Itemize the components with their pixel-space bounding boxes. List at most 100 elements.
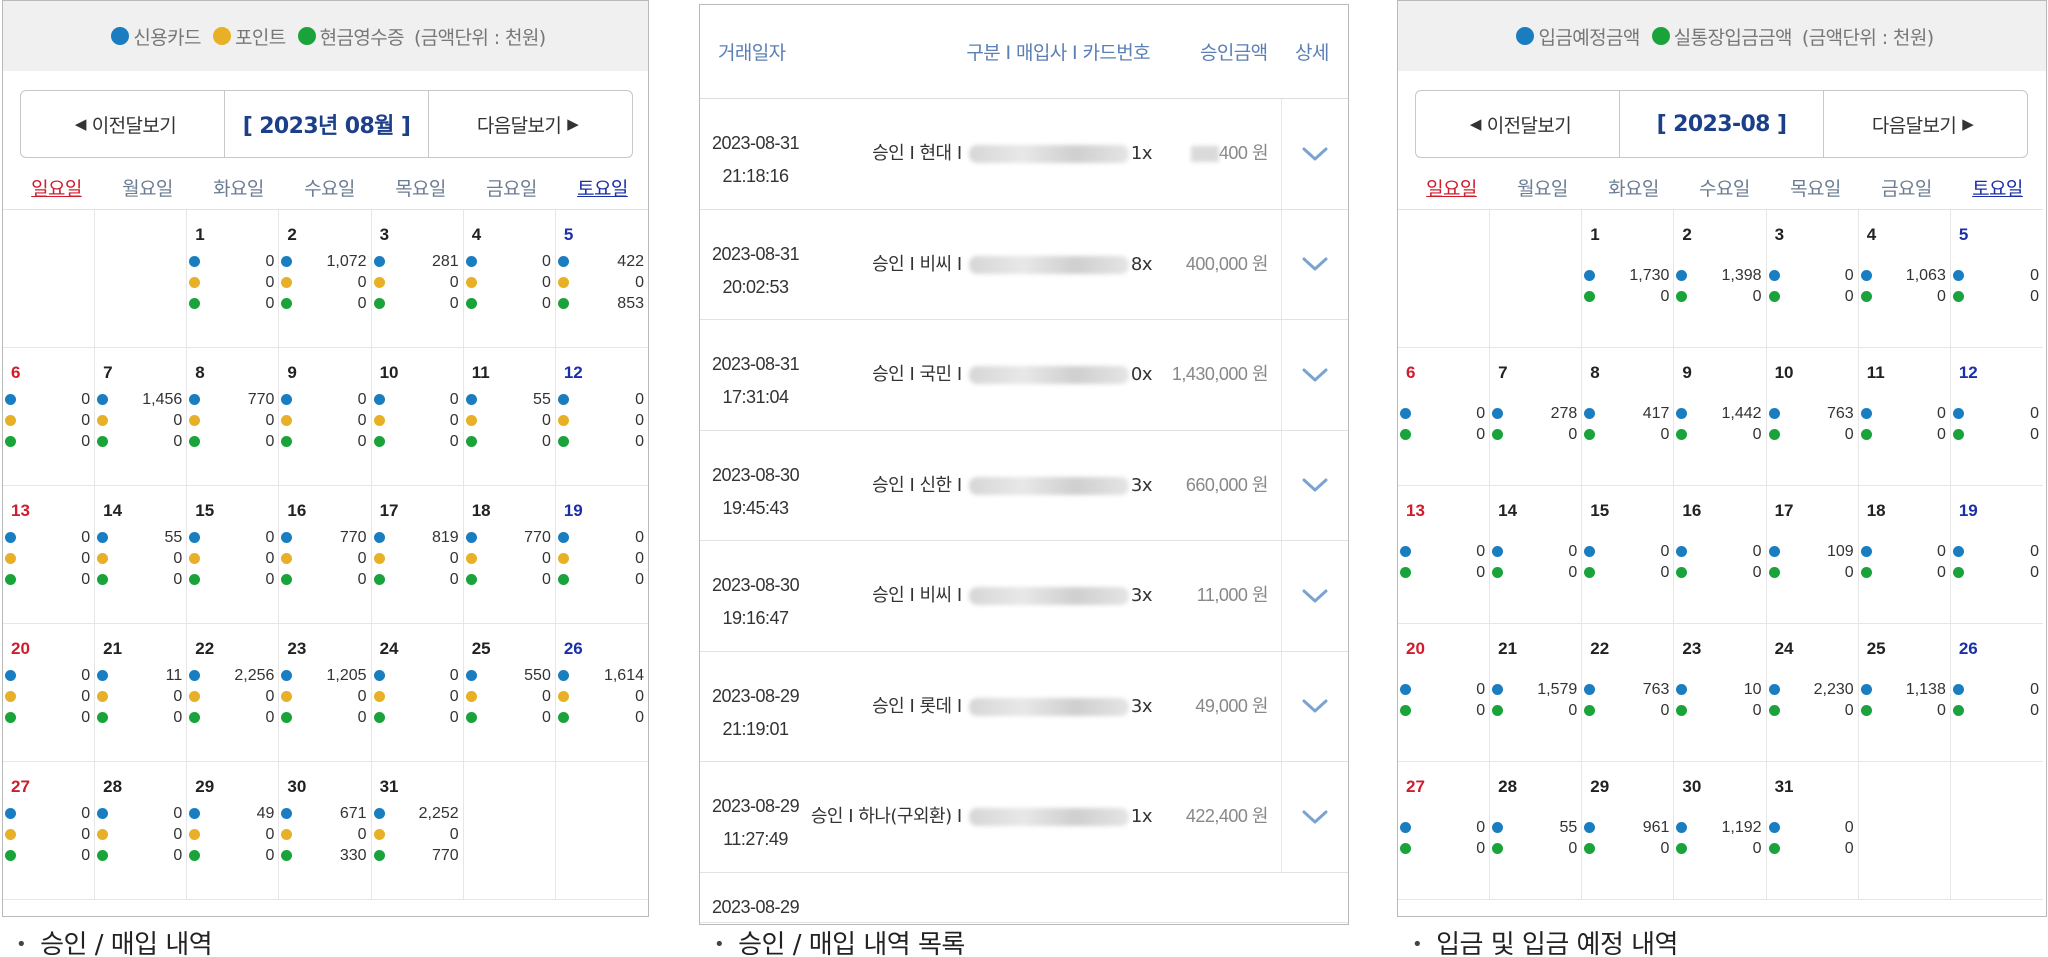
amount-row: 0 xyxy=(1952,403,2039,424)
calendar-day-cell[interactable]: 12 0 0 xyxy=(1950,348,2043,486)
expand-detail-button[interactable] xyxy=(1281,651,1348,761)
calendar-day-cell[interactable]: 18 770 0 0 xyxy=(463,486,556,624)
calendar-day-cell[interactable]: 7 278 0 xyxy=(1490,348,1583,486)
calendar-day-cell[interactable]: 17 109 0 xyxy=(1766,486,1859,624)
calendar-day-cell[interactable]: 19 0 0 0 xyxy=(555,486,648,624)
expand-detail-button[interactable] xyxy=(1281,99,1348,209)
calendar-day-cell[interactable]: 27 0 0 xyxy=(1398,762,1491,900)
calendar-day-cell[interactable]: 23 10 0 xyxy=(1674,624,1767,762)
transaction-row[interactable]: 2023-08-30 19:45:43 승인 I 신한 I 3x 660,000 원 xyxy=(700,430,1348,541)
calendar-day-cell[interactable]: 13 0 0 xyxy=(1398,486,1491,624)
amount-row: 1,205 xyxy=(281,665,367,686)
transaction-row[interactable]: 2023-08-29 21:19:01 승인 I 롯데 I 3x 49,000 원 xyxy=(700,651,1348,762)
dot-icon xyxy=(5,415,16,426)
calendar-day-cell[interactable]: 10 0 0 0 xyxy=(371,348,464,486)
calendar-day-cell[interactable]: 17 819 0 0 xyxy=(371,486,464,624)
amount-row: 0 xyxy=(557,569,644,590)
calendar-day-cell[interactable]: 28 55 0 xyxy=(1490,762,1583,900)
calendar-day-cell[interactable]: 26 1,614 0 0 xyxy=(555,624,648,762)
calendar-day-cell[interactable]: 20 0 0 0 xyxy=(3,624,96,762)
transaction-row[interactable]: 2023-08-31 17:31:04 승인 I 국민 I 0x 1,430,000 … xyxy=(700,320,1348,431)
calendar-day-cell[interactable]: 29 961 0 xyxy=(1582,762,1675,900)
calendar-day-cell[interactable]: 14 0 0 xyxy=(1490,486,1583,624)
calendar-day-cell[interactable]: 600 xyxy=(1398,348,1491,486)
calendar-day-cell[interactable]: 30 671 0 330 xyxy=(279,762,372,900)
calendar-day-cell[interactable]: 6 0 0 0 xyxy=(3,348,96,486)
calendar-day-cell[interactable]: 24 0 0 0 xyxy=(371,624,464,762)
transaction-row[interactable]: 2023-08-31 21:18:16 승인 I 현대 I 1x 400 원 xyxy=(700,99,1348,210)
calendar-day-cell[interactable]: 12 0 0 0 xyxy=(555,348,648,486)
calendar-day-cell[interactable]: 19 0 0 xyxy=(1950,486,2043,624)
calendar-day-cell[interactable]: 3 281 0 0 xyxy=(371,210,464,348)
transaction-row[interactable]: 2023-08-29 11:27:49 승인 I 하나(구외환) I 1x 422,4… xyxy=(700,762,1348,873)
calendar-day-cell[interactable]: 15 0 0 xyxy=(1582,486,1675,624)
weekday-label: 목요일 xyxy=(1790,178,1841,200)
transaction-row[interactable]: 2023-08-29 xyxy=(700,873,1348,923)
day-amounts: 1,579 0 xyxy=(1492,679,1577,721)
calendar-day-cell[interactable]: 5 422 0 853 xyxy=(555,210,648,348)
calendar-day-cell[interactable]: 14 55 0 0 xyxy=(95,486,188,624)
day-amounts: 819 0 0 xyxy=(373,527,459,590)
dot-icon xyxy=(373,712,385,723)
calendar-day-cell[interactable]: 10 763 0 xyxy=(1766,348,1859,486)
calendar-day-cell[interactable]: 15 0 0 0 xyxy=(187,486,280,624)
calendar-day-cell[interactable]: 9 0 0 0 xyxy=(279,348,372,486)
calendar-day-cell[interactable]: 23 1,205 0 0 xyxy=(279,624,372,762)
calendar-day-cell[interactable]: 11 0 0 xyxy=(1858,348,1951,486)
calendar-day-cell[interactable]: 25 1,138 0 xyxy=(1858,624,1951,762)
calendar-day-cell[interactable]: 28 0 0 0 xyxy=(95,762,188,900)
day-number: 27 xyxy=(11,777,30,796)
calendar-day-cell[interactable]: 26 0 0 xyxy=(1950,624,2043,762)
calendar-day-cell[interactable]: 27 0 0 0 xyxy=(3,762,96,900)
transaction-type: 승인 xyxy=(872,585,905,606)
transaction-time: 11:27:49 xyxy=(723,829,788,849)
calendar-day-cell[interactable]: 31 2,252 0 770 xyxy=(371,762,464,900)
calendar-day-cell[interactable]: 24 2,230 0 xyxy=(1766,624,1859,762)
day-amounts: 770 0 0 xyxy=(465,527,551,590)
next-month-button[interactable]: 다음달보기 ▶ xyxy=(1823,91,2027,157)
calendar-day-cell[interactable]: 7 1,456 0 0 xyxy=(95,348,188,486)
calendar-day-cell[interactable]: 1 1,730 0 xyxy=(1582,210,1675,348)
transaction-row[interactable]: 2023-08-30 19:16:47 승인 I 비씨 I 3x 11,000 원 xyxy=(700,541,1348,652)
transaction-row[interactable]: 2023-08-31 20:02:53 승인 I 비씨 I 8x 400,000 원 xyxy=(700,209,1348,320)
calendar-day-cell[interactable]: 9 1,442 0 xyxy=(1674,348,1767,486)
calendar-day-cell[interactable]: 21 1,579 0 xyxy=(1490,624,1583,762)
next-month-button[interactable]: 다음달보기 ▶ xyxy=(428,91,632,157)
day-amounts: 109 0 xyxy=(1768,541,1854,583)
calendar-day-cell[interactable]: 4 1,063 0 xyxy=(1858,210,1951,348)
calendar-day-cell[interactable]: 13 0 0 0 xyxy=(3,486,96,624)
expand-detail-button[interactable] xyxy=(1281,209,1348,319)
calendar-day-cell[interactable]: 30 1,192 0 xyxy=(1674,762,1767,900)
expand-detail-button[interactable] xyxy=(1281,762,1348,872)
calendar-day-cell[interactable]: 21 11 0 0 xyxy=(95,624,188,762)
expand-detail-button[interactable] xyxy=(1281,541,1348,651)
calendar-day-cell[interactable]: 8 417 0 xyxy=(1582,348,1675,486)
prev-month-button[interactable]: ◀ 이전달보기 xyxy=(21,91,224,157)
amount-value: 0 xyxy=(265,549,275,567)
calendar-day-cell[interactable]: 16 0 0 xyxy=(1674,486,1767,624)
calendar-day-cell[interactable]: 4 0 0 0 xyxy=(463,210,556,348)
amount-value: 0 xyxy=(357,390,367,408)
calendar-day-cell[interactable]: 20 0 0 xyxy=(1398,624,1491,762)
calendar-day-cell[interactable]: 11 55 0 0 xyxy=(463,348,556,486)
day-amounts: 55 0 0 xyxy=(465,389,551,452)
calendar-day-cell[interactable]: 22 2,256 0 0 xyxy=(187,624,280,762)
calendar-day-cell[interactable]: 18 0 0 xyxy=(1858,486,1951,624)
expand-detail-button[interactable] xyxy=(1281,430,1348,540)
amount-value: 330 xyxy=(339,846,367,864)
calendar-day-cell[interactable]: 8 770 0 0 xyxy=(187,348,280,486)
calendar-day-cell[interactable]: 2 1,072 0 0 xyxy=(279,210,372,348)
calendar-day-cell[interactable]: 16 770 0 0 xyxy=(279,486,372,624)
calendar-day-cell[interactable]: 22 763 0 xyxy=(1582,624,1675,762)
calendar-day-cell[interactable]: 300 xyxy=(1766,210,1859,348)
dot-icon xyxy=(1768,546,1780,557)
prev-month-button[interactable]: ◀ 이전달보기 xyxy=(1416,91,1619,157)
calendar-day-cell[interactable]: 1 0 0 0 xyxy=(187,210,280,348)
dot-icon xyxy=(465,712,477,723)
expand-detail-button[interactable] xyxy=(1281,320,1348,430)
calendar-day-cell[interactable]: 2 1,398 0 xyxy=(1674,210,1767,348)
calendar-day-cell[interactable]: 25 550 0 0 xyxy=(463,624,556,762)
calendar-day-cell[interactable]: 29 49 0 0 xyxy=(187,762,280,900)
calendar-day-cell[interactable]: 500 xyxy=(1950,210,2043,348)
calendar-day-cell[interactable]: 31 0 0 xyxy=(1766,762,1859,900)
